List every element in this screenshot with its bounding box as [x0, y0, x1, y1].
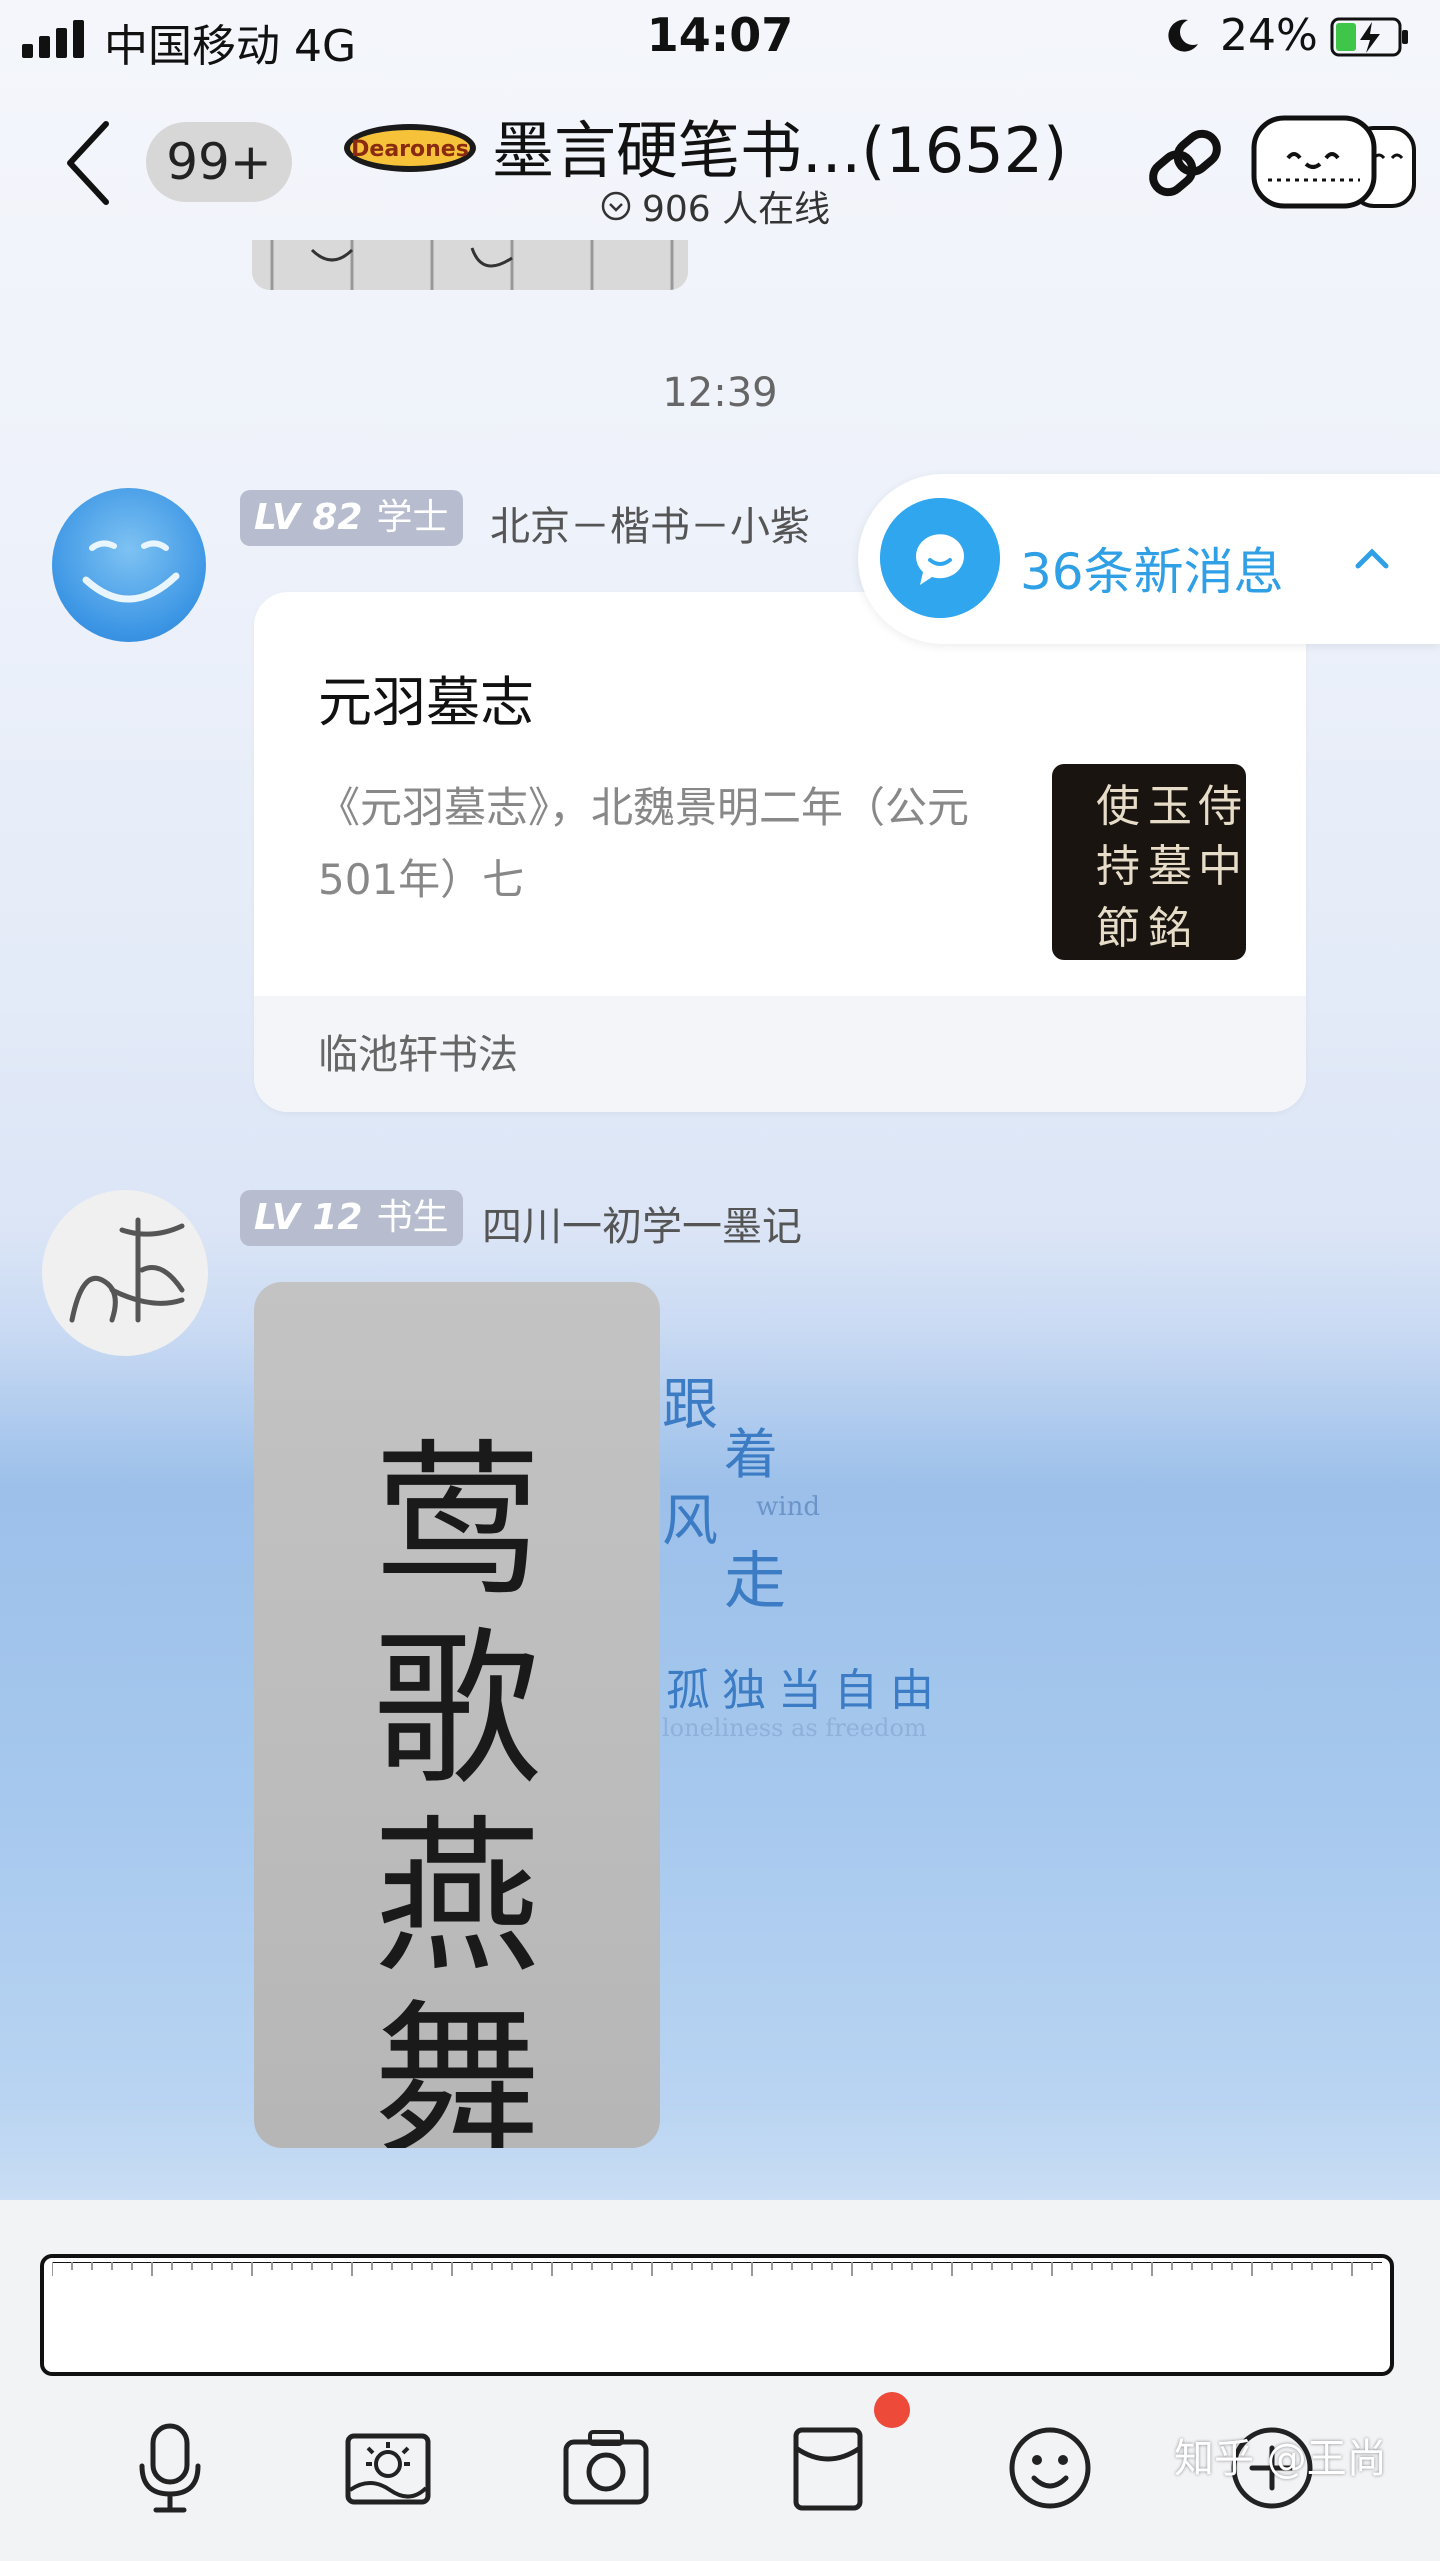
level-value: LV 12 — [254, 1197, 363, 1238]
wallpaper-text: 跟 — [662, 1373, 718, 1438]
thumb-glyph: 銘 — [1148, 903, 1192, 954]
online-status: 906 人在线 — [600, 180, 830, 232]
online-check-icon — [601, 191, 631, 221]
avatar[interactable] — [42, 1190, 208, 1356]
card-thumbnail: 侍 玉 使 中 墓 持 節 銘 — [1052, 764, 1246, 960]
time-divider: 12:39 — [662, 370, 778, 416]
unread-count-badge[interactable]: 99+ — [146, 122, 292, 202]
image-message[interactable]: 莺 歌 燕 舞 — [254, 1282, 660, 2148]
thumb-glyph: 墓 — [1148, 841, 1192, 892]
mascot-menu-icon[interactable] — [1248, 110, 1418, 210]
group-link-icon[interactable] — [1140, 118, 1230, 208]
signal-icon — [22, 18, 92, 58]
microphone-icon[interactable] — [120, 2418, 220, 2518]
ruler-decoration — [52, 2262, 1382, 2276]
thumb-glyph: 中 — [1198, 841, 1242, 892]
notification-dot — [874, 2392, 910, 2428]
level-value: LV 82 — [254, 497, 363, 538]
online-count: 906 人在线 — [642, 189, 831, 230]
card-description: 《元羽墓志》，北魏景明二年（公元501年）七 — [318, 783, 970, 904]
wallpaper-text: 风 — [662, 1489, 718, 1554]
card-title: 元羽墓志 — [318, 671, 534, 734]
wallpaper-text: loneliness as freedom — [662, 1714, 927, 1742]
thumb-glyph: 持 — [1096, 841, 1140, 892]
image-icon[interactable] — [338, 2418, 438, 2518]
sender-name[interactable]: 北京－楷书－小紫 — [490, 494, 810, 552]
moon-icon — [1168, 19, 1198, 52]
battery-percent: 24% — [1220, 10, 1318, 61]
thumb-glyph: 使 — [1096, 781, 1140, 832]
group-logo: Dearones — [344, 124, 476, 172]
previous-image-message[interactable] — [252, 240, 688, 290]
rank-title: 学士 — [376, 497, 449, 538]
emoji-icon[interactable] — [1000, 2418, 1100, 2518]
camera-icon[interactable] — [556, 2418, 656, 2518]
avatar[interactable] — [52, 488, 206, 642]
handwritten-glyph: 舞 — [373, 1984, 541, 2148]
thumb-glyph: 玉 — [1148, 781, 1192, 832]
chevron-up-icon — [1355, 548, 1389, 569]
card-source: 临池轩书法 — [318, 1032, 518, 1078]
battery-icon — [1330, 17, 1408, 57]
thumb-glyph: 侍 — [1198, 781, 1242, 832]
sender-name[interactable]: 四川一初学一墨记 — [482, 1194, 802, 1252]
wallpaper-text: 孤独当自由 — [666, 1665, 946, 1716]
wallpaper-text: 走 — [724, 1544, 787, 1617]
rank-title: 书生 — [376, 1197, 449, 1238]
level-badge: LV 12 书生 — [240, 1190, 463, 1246]
wallpaper-text: 着 — [724, 1423, 778, 1486]
level-badge: LV 82 学士 — [240, 490, 463, 546]
new-messages-button[interactable]: 36条新消息 — [858, 474, 1440, 644]
shared-link-card[interactable]: 元羽墓志 《元羽墓志》，北魏景明二年（公元501年）七 侍 玉 使 中 墓 持 … — [254, 592, 1306, 1112]
new-messages-label: 36条新消息 — [1020, 543, 1284, 601]
chat-bubble-icon — [880, 498, 1000, 618]
status-time: 14:07 — [646, 8, 794, 62]
group-title[interactable]: 墨言硬笔书...(1652) — [492, 100, 1067, 190]
group-logo-text: Dearones — [351, 137, 469, 162]
status-bar: 中国移动 4G 14:07 24% — [0, 0, 1440, 80]
watermark: 知乎 @王尚 — [1174, 2436, 1387, 2482]
carrier-label: 中国移动 4G — [104, 21, 357, 72]
back-button[interactable] — [58, 118, 118, 208]
red-packet-icon[interactable] — [778, 2418, 878, 2518]
thumb-glyph: 節 — [1096, 903, 1140, 954]
wallpaper-text: wind — [756, 1492, 820, 1522]
